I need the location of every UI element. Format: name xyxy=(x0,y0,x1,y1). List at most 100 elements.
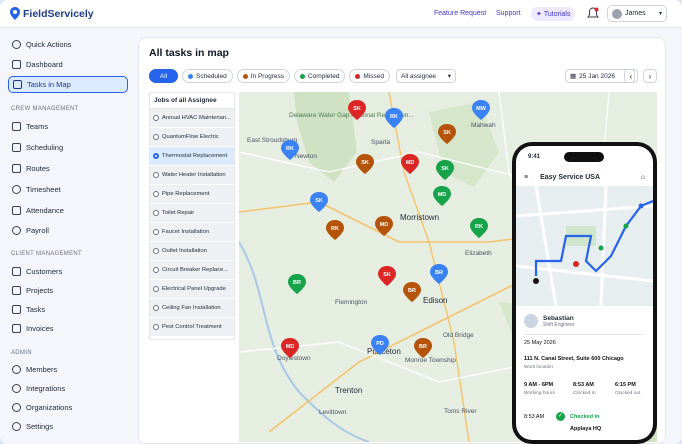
sidebar-item-label: Settings xyxy=(26,422,54,431)
customers-icon xyxy=(12,267,21,276)
route-stop-marker xyxy=(573,261,579,267)
user-menu-button[interactable]: James ▾ xyxy=(607,5,667,22)
map-place-label: Edison xyxy=(423,296,447,305)
route-stop-marker xyxy=(598,245,604,251)
status-dot xyxy=(299,73,305,79)
sidebar-item-integrations[interactable]: Integrations xyxy=(8,380,128,397)
map-pin-label: SK xyxy=(361,160,369,166)
radio-button[interactable] xyxy=(153,134,159,140)
assignee-select[interactable]: All assignee ▾ xyxy=(396,69,456,83)
job-item[interactable]: Outlet Installation xyxy=(150,242,234,261)
filter-chip-all[interactable]: All xyxy=(149,69,178,83)
filter-chip-completed[interactable]: Completed xyxy=(293,69,346,83)
clocked-in-value: 8:53 AM xyxy=(573,382,594,388)
map-place-label: Morristown xyxy=(400,213,439,222)
logo-pin-icon xyxy=(10,7,20,20)
radio-button[interactable] xyxy=(153,229,159,235)
divider xyxy=(524,334,645,335)
sidebar-item-members[interactable]: Members xyxy=(8,361,128,378)
job-item[interactable]: Water Heater Installation xyxy=(150,166,234,185)
job-label: Faucet Installation xyxy=(162,229,210,235)
shift-date: 25 May 2026 xyxy=(524,340,556,346)
map-place-label: Old Bridge xyxy=(443,332,474,339)
work-address: 111 N. Canal Street, Suite 600 Chicago xyxy=(524,356,624,362)
gear-icon xyxy=(12,422,21,431)
radio-button[interactable] xyxy=(153,324,159,330)
filter-chip-in-progress[interactable]: In Progress xyxy=(236,69,290,83)
hamburger-menu-icon[interactable]: ≡ xyxy=(524,174,528,181)
calendar-icon: ▦ xyxy=(570,73,577,80)
radio-button[interactable] xyxy=(153,286,159,292)
job-item[interactable]: Ceiling Fan Installation xyxy=(150,299,234,318)
sidebar-item-quick-actions[interactable]: Quick Actions xyxy=(8,36,128,53)
clocked-in-label: Clocked In xyxy=(573,391,596,396)
technician-card: Sebastian Shift Engineer xyxy=(524,314,574,328)
job-item[interactable]: QuantumFlow Electric xyxy=(150,128,234,147)
job-item[interactable]: Toilet Repair xyxy=(150,204,234,223)
sidebar-item-customers[interactable]: Customers xyxy=(8,263,128,280)
radio-button[interactable] xyxy=(153,267,159,273)
sidebar-item-attendance[interactable]: Attendance xyxy=(8,202,128,219)
sidebar-item-label: Customers xyxy=(26,267,63,276)
next-date-button[interactable]: › xyxy=(643,69,657,83)
job-item-selected[interactable]: Thermostat Replacement xyxy=(150,147,234,166)
radio-button[interactable] xyxy=(153,248,159,254)
map-pin-label: BR xyxy=(419,344,427,350)
notification-bell-icon[interactable] xyxy=(587,7,599,20)
route-map-canvas xyxy=(516,185,653,307)
map-place-label: Mahwah xyxy=(471,122,496,129)
map-place-label: Elizabeth xyxy=(465,250,492,257)
tutorials-button[interactable]: ✦ Tutorials xyxy=(531,7,576,21)
prev-date-button[interactable]: ‹ xyxy=(624,69,638,83)
job-item[interactable]: Electrical Panel Upgrade xyxy=(150,280,234,299)
radio-button[interactable] xyxy=(153,210,159,216)
sidebar-item-routes[interactable]: Routes xyxy=(8,160,128,177)
sidebar-item-label: Teams xyxy=(26,122,49,131)
app-name: FieldServicely xyxy=(23,7,94,20)
status-dot xyxy=(355,73,361,79)
radio-button[interactable] xyxy=(153,191,159,197)
map-place-label: Trenton xyxy=(335,386,362,395)
client-section-heading: CLIENT MANAGEMENT xyxy=(11,251,82,257)
sidebar-item-projects[interactable]: Projects xyxy=(8,282,128,299)
feature-request-link[interactable]: Feature Request xyxy=(434,10,486,17)
sidebar-item-teams[interactable]: Teams xyxy=(8,118,128,135)
dynamic-island xyxy=(564,152,604,162)
route-stop-marker xyxy=(623,223,629,229)
sidebar-item-payroll[interactable]: Payroll xyxy=(8,222,128,239)
job-item[interactable]: Circuit Breaker Replace... xyxy=(150,261,234,280)
invoice-icon xyxy=(12,324,21,333)
filter-chip-scheduled[interactable]: Scheduled xyxy=(182,69,233,83)
technician-name: Sebastian xyxy=(543,314,574,322)
map-pin-label: RK xyxy=(286,146,294,152)
map-pin-label: SK xyxy=(441,166,449,172)
logo[interactable]: FieldServicely xyxy=(10,7,94,20)
sidebar-item-organizations[interactable]: Organizations xyxy=(8,399,128,416)
job-item[interactable]: Pipe Replacement xyxy=(150,185,234,204)
radio-button[interactable] xyxy=(153,172,159,178)
radio-button[interactable] xyxy=(153,305,159,311)
sidebar-item-timesheet[interactable]: Timesheet xyxy=(8,181,128,198)
map-pin-label: BR xyxy=(435,270,443,276)
sidebar-item-settings[interactable]: Settings xyxy=(8,418,128,435)
job-item[interactable]: Annual HVAC Maintenan... xyxy=(150,109,234,128)
sidebar-item-invoices[interactable]: Invoices xyxy=(8,320,128,337)
sidebar-item-tasks[interactable]: Tasks xyxy=(8,301,128,318)
sidebar: Quick Actions Dashboard Tasks in Map CRE… xyxy=(0,28,130,444)
attendance-icon xyxy=(12,206,21,215)
members-icon xyxy=(12,365,21,374)
phone-route-map[interactable] xyxy=(516,185,653,307)
phone-header: ≡ Easy Service USA ⌂ xyxy=(516,168,653,186)
map-pin-label: RK xyxy=(331,226,339,232)
job-item[interactable]: Faucet Installation xyxy=(150,223,234,242)
map-pin-label: SK xyxy=(353,106,361,112)
radio-button[interactable] xyxy=(153,153,159,159)
job-item[interactable]: Pest Control Treatment xyxy=(150,318,234,337)
bell-icon[interactable]: ⌂ xyxy=(641,174,645,181)
sidebar-item-tasks-in-map[interactable]: Tasks in Map xyxy=(8,76,128,93)
radio-button[interactable] xyxy=(153,115,159,121)
sidebar-item-scheduling[interactable]: Scheduling xyxy=(8,139,128,156)
support-link[interactable]: Support xyxy=(496,10,521,17)
filter-chip-missed[interactable]: Missed xyxy=(349,69,391,83)
sidebar-item-dashboard[interactable]: Dashboard xyxy=(8,56,128,73)
